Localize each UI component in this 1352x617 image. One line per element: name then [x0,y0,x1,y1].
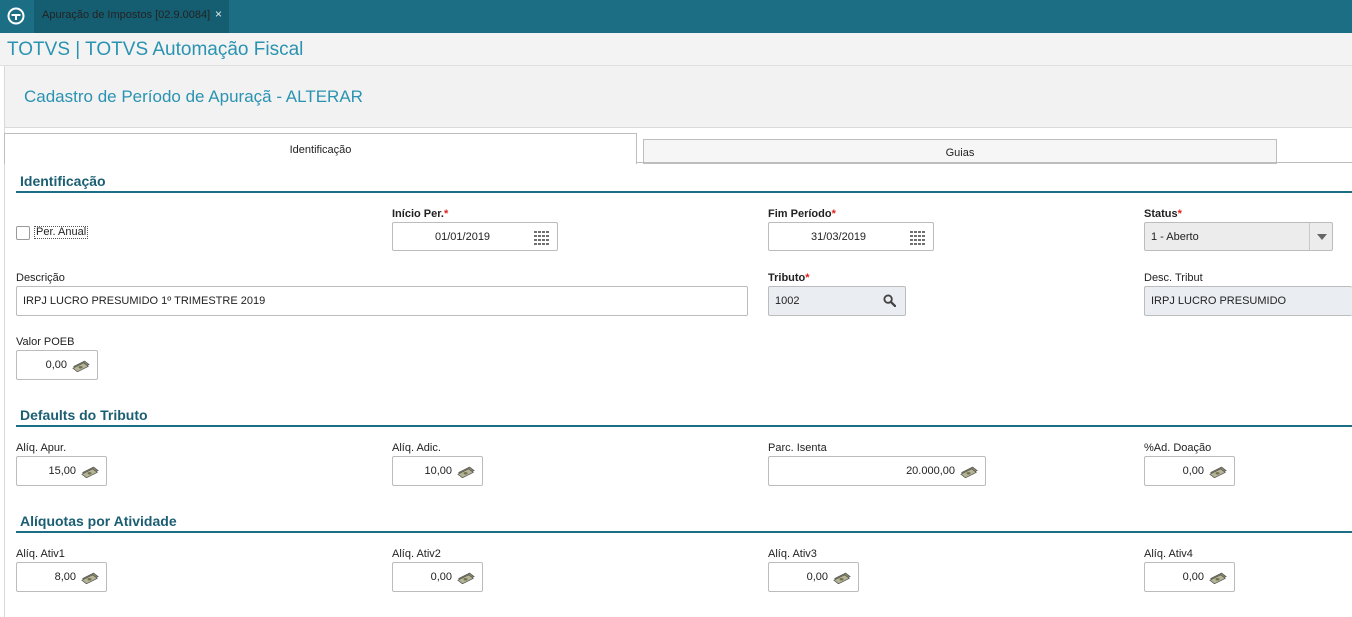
parc-isenta-value: 20.000,00 [906,465,955,477]
app-title-bar: TOTVS | TOTVS Automação Fiscal [0,33,1352,66]
aliq-apur-label: Alíq. Apur. [16,442,67,454]
status-select[interactable]: 1 - Aberto [1144,222,1333,251]
money-icon[interactable] [833,571,851,584]
desc-tribut-value: IRPJ LUCRO PRESUMIDO [1151,295,1287,307]
fim-periodo-value: 31/03/2019 [811,231,867,243]
inicio-per-field[interactable]: 01/01/2019 [392,222,558,251]
fim-periodo-label: Fim Período* [768,208,836,220]
totvs-logo-icon[interactable] [7,7,25,25]
aliq-ativ1-value: 8,00 [54,571,76,583]
section-divider [16,425,1352,427]
section-defaults-title: Defaults do Tributo [20,407,148,423]
aliq-ativ2-label: Alíq. Ativ2 [392,548,441,560]
status-dropdown-button[interactable] [1309,223,1332,250]
tributo-value: 1002 [775,295,800,307]
app-title: TOTVS | TOTVS Automação Fiscal [7,39,304,60]
aliq-apur-value: 15,00 [48,465,76,477]
descricao-label: Descrição [16,272,65,284]
ad-doacao-value: 0,00 [1182,465,1204,477]
aliq-ativ1-label: Alíq. Ativ1 [16,548,65,560]
desc-tribut-label: Desc. Tribut [1144,272,1203,284]
page-title: Cadastro de Período de Apuraçã - ALTERAR [24,87,363,106]
inicio-per-value: 01/01/2019 [435,231,491,243]
aliq-ativ3-field[interactable]: 0,00 [768,562,859,592]
fim-periodo-field[interactable]: 31/03/2019 [768,222,934,251]
aliq-ativ4-value: 0,00 [1182,571,1204,583]
tributo-label: Tributo* [768,272,810,284]
money-icon[interactable] [1209,465,1227,478]
calendar-icon[interactable] [910,231,926,245]
money-icon[interactable] [960,465,978,478]
page-header: Cadastro de Período de Apuraçã - ALTERAR [5,66,1352,128]
search-icon[interactable] [883,294,896,307]
aliq-ativ3-label: Alíq. Ativ3 [768,548,817,560]
aliq-ativ2-value: 0,00 [430,571,452,583]
money-icon[interactable] [81,465,99,478]
window-tab[interactable]: Apuração de Impostos [02.9.0084] × [34,0,229,33]
descricao-field[interactable]: IRPJ LUCRO PRESUMIDO 1º TRIMESTRE 2019 [16,286,748,316]
aliq-adic-label: Alíq. Adic. [392,442,441,454]
section-divider [16,531,1352,533]
money-icon[interactable] [457,571,475,584]
parc-isenta-field[interactable]: 20.000,00 [768,456,986,486]
per-anual-label[interactable]: Per. Anual [34,226,89,239]
tab-guias-label: Guias [945,147,975,159]
status-label: Status* [1144,208,1182,220]
aliq-ativ3-value: 0,00 [806,571,828,583]
money-icon[interactable] [81,571,99,584]
valor-poeb-value: 0,00 [45,359,67,371]
desc-tribut-field[interactable]: IRPJ LUCRO PRESUMIDO [1144,286,1352,316]
section-aliquotas-title: Alíquotas por Atividade [20,513,177,529]
calendar-icon[interactable] [534,231,550,245]
tab-divider [637,162,1352,163]
close-tab-icon[interactable]: × [215,7,222,21]
aliq-adic-value: 10,00 [424,465,452,477]
per-anual-checkbox[interactable] [16,226,30,240]
money-icon[interactable] [1209,571,1227,584]
tab-identificacao[interactable]: Identificação [4,133,637,164]
money-icon[interactable] [72,359,90,372]
aliq-adic-field[interactable]: 10,00 [392,456,483,486]
section-divider [16,191,1352,193]
top-bar: Apuração de Impostos [02.9.0084] × [0,0,1352,33]
tab-guias[interactable]: Guias [643,139,1277,164]
section-identificacao-title: Identificação [20,173,106,189]
aliq-ativ4-label: Alíq. Ativ4 [1144,548,1193,560]
chevron-down-icon [1317,234,1327,240]
aliq-ativ1-field[interactable]: 8,00 [16,562,107,592]
money-icon[interactable] [457,465,475,478]
status-value: 1 - Aberto [1151,231,1199,243]
parc-isenta-label: Parc. Isenta [768,442,827,454]
aliq-ativ4-field[interactable]: 0,00 [1144,562,1235,592]
tab-identificacao-label: Identificação [289,144,352,156]
valor-poeb-field[interactable]: 0,00 [16,350,98,380]
ad-doacao-label: %Ad. Doação [1144,442,1212,454]
ad-doacao-field[interactable]: 0,00 [1144,456,1235,486]
valor-poeb-label: Valor POEB [16,336,75,348]
aliq-ativ2-field[interactable]: 0,00 [392,562,483,592]
inicio-per-label: Início Per.* [392,208,449,220]
tributo-field[interactable]: 1002 [768,286,906,316]
window-tab-label: Apuração de Impostos [02.9.0084] [42,9,211,21]
descricao-value: IRPJ LUCRO PRESUMIDO 1º TRIMESTRE 2019 [23,295,266,307]
aliq-apur-field[interactable]: 15,00 [16,456,107,486]
